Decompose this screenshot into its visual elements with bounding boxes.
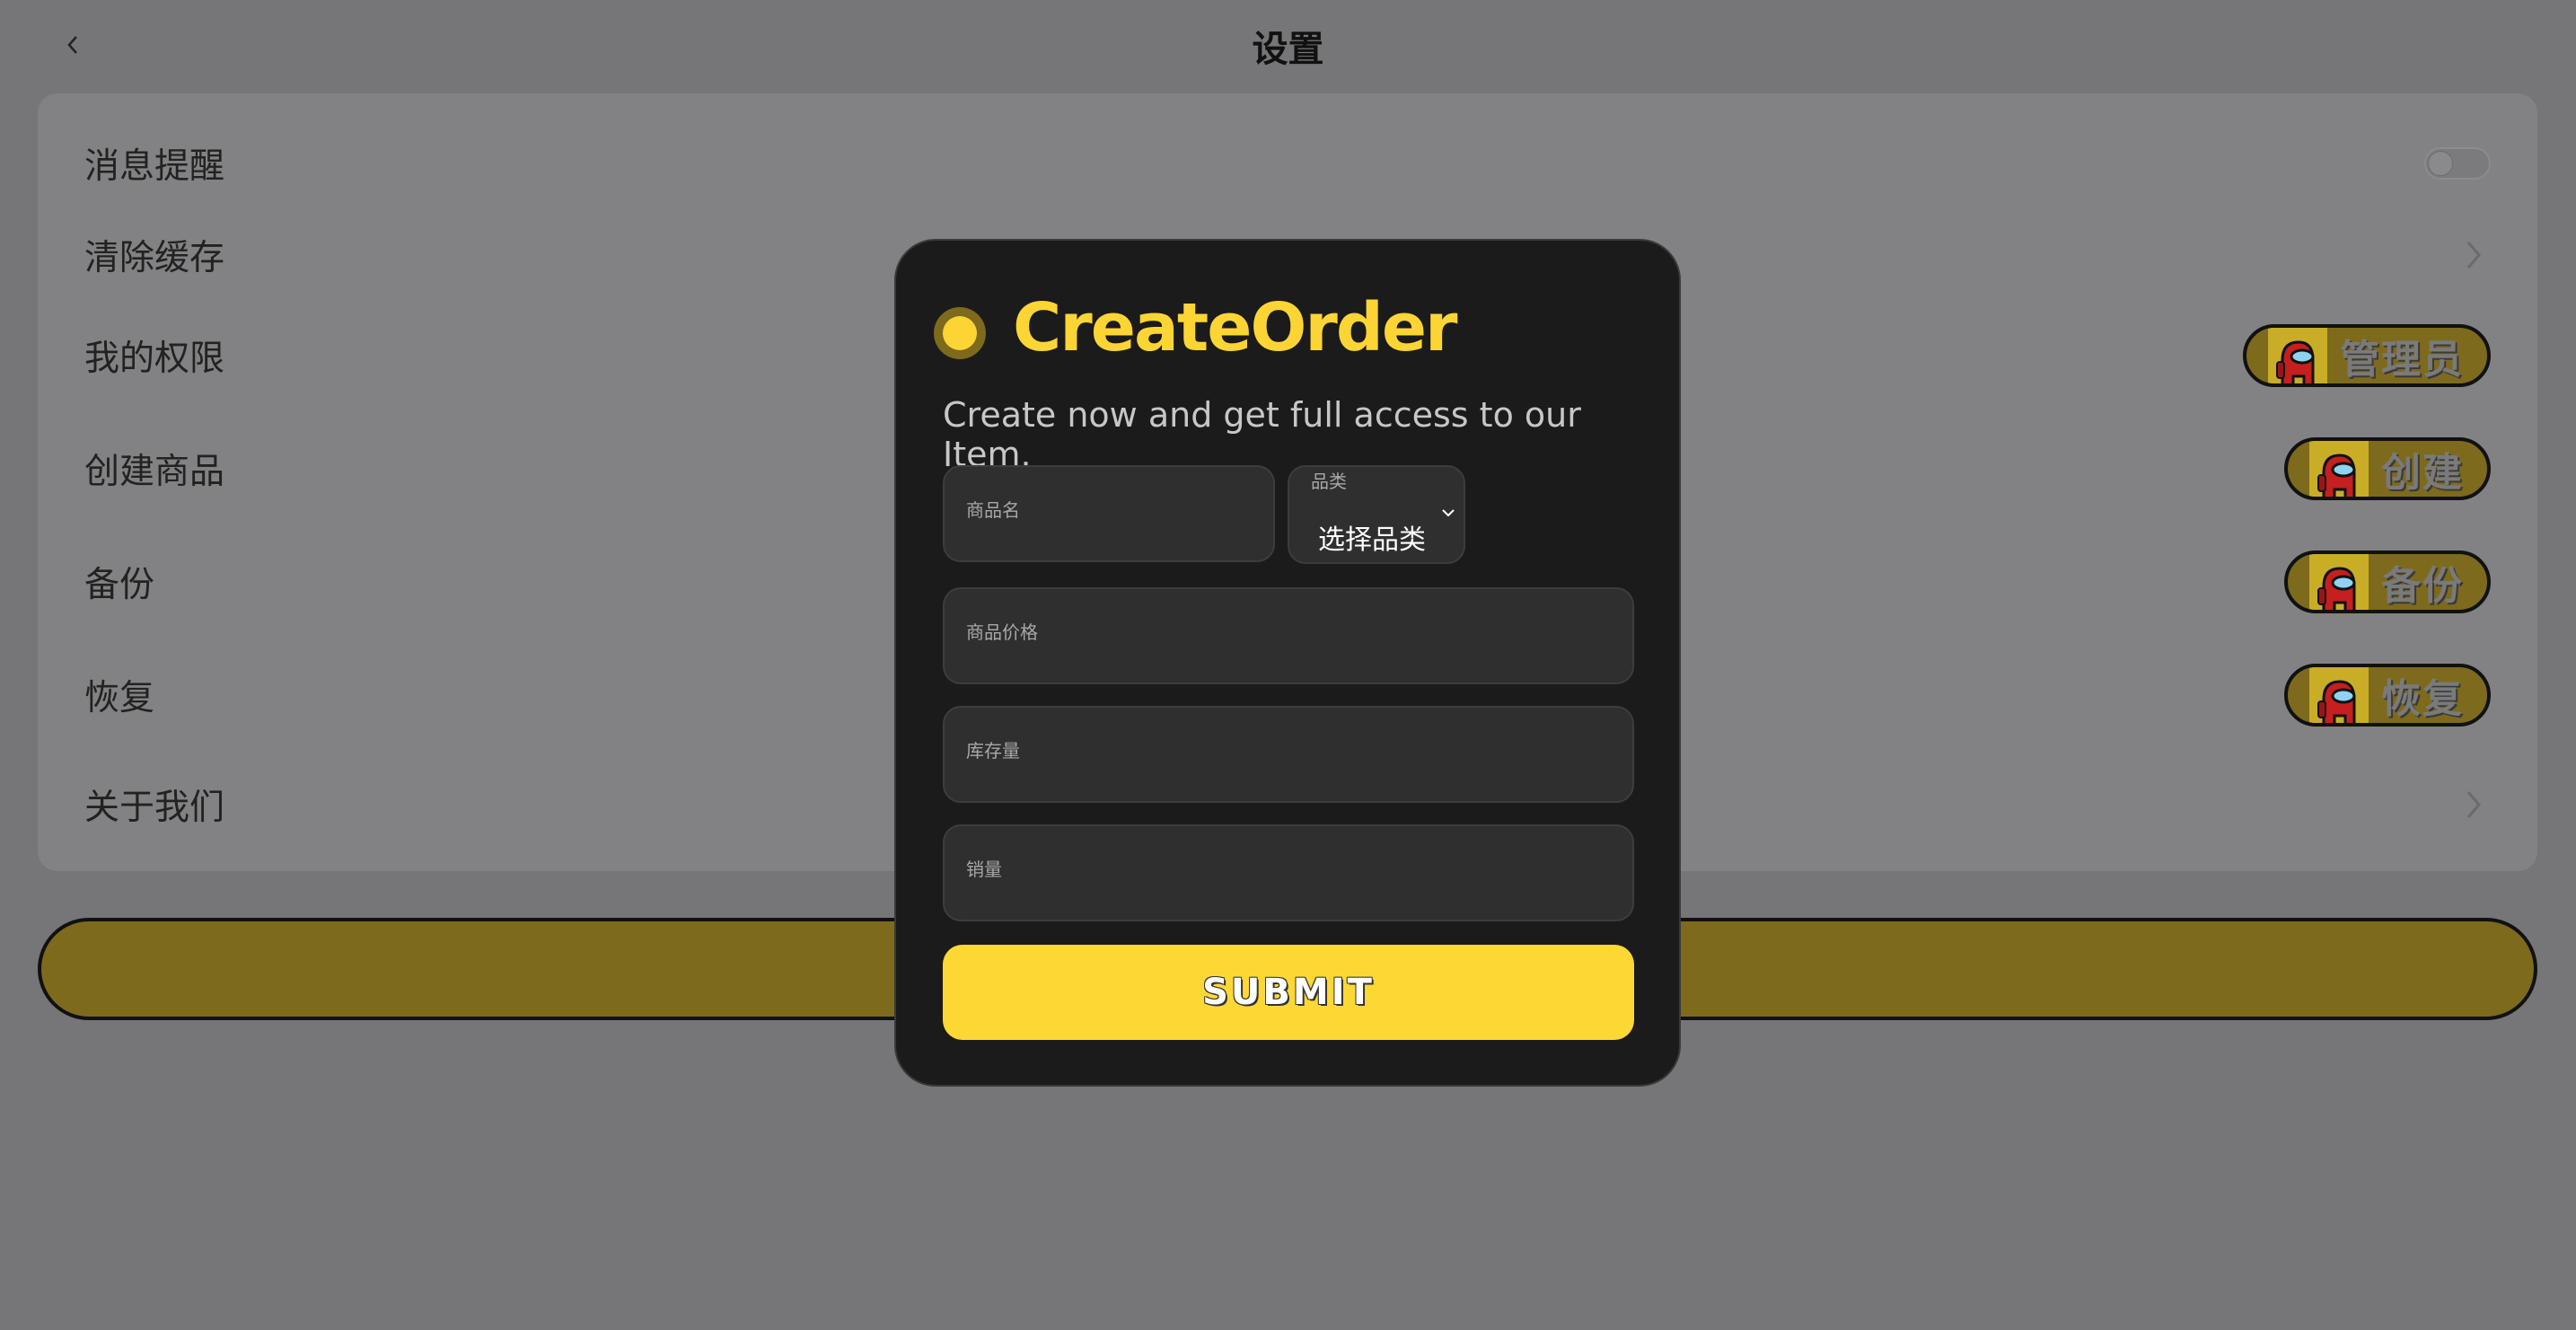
settings-row-label: 恢复 [84, 678, 155, 718]
field-label: 商品名 [966, 499, 1020, 521]
pill-label: 备份 [2381, 563, 2464, 609]
submit-label: SUBMIT [1202, 972, 1375, 1013]
item-price-input[interactable]: 商品价格 [943, 587, 1634, 684]
settings-row-label: 备份 [84, 565, 155, 605]
settings-row-label: 消息提醒 [84, 146, 225, 187]
sales-input[interactable]: 销量 [943, 824, 1634, 921]
settings-row-notifications: 消息提醒 [84, 128, 2491, 199]
chevron-right-icon [2464, 788, 2484, 821]
backup-button[interactable]: 备份 [2284, 550, 2491, 613]
modal-subtitle: Create now and get full access to our It… [943, 395, 1581, 474]
category-select-value: 选择品类 [1318, 524, 1426, 556]
pill-label: 恢复 [2381, 676, 2464, 722]
field-label: 品类 [1311, 471, 1347, 492]
field-label: 库存量 [966, 740, 1020, 762]
chevron-right-icon [2464, 239, 2484, 271]
submit-button[interactable]: SUBMIT [943, 945, 1634, 1040]
settings-row-label: 我的权限 [84, 339, 225, 379]
pill-label: 管理员 [2340, 337, 2464, 383]
create-item-button[interactable]: 创建 [2284, 437, 2491, 500]
create-order-modal: CreateOrder Create now and get full acce… [894, 239, 1681, 1087]
crewmate-icon [2309, 554, 2369, 610]
settings-row-label: 清除缓存 [84, 238, 225, 278]
settings-page: 设置 消息提醒 清除缓存 我的权限 管理员 创建商品 创建 备份 备份 恢复 恢… [0, 0, 2576, 1330]
crewmate-icon [2268, 328, 2327, 383]
page-title: 设置 [1252, 29, 1324, 70]
notifications-toggle[interactable] [2424, 147, 2491, 180]
pill-label: 创建 [2381, 450, 2464, 496]
crewmate-icon [2309, 441, 2369, 497]
logo-dot-icon [934, 307, 986, 359]
field-label: 销量 [966, 859, 1002, 880]
toggle-knob [2428, 151, 2453, 176]
permission-admin-button[interactable]: 管理员 [2243, 324, 2491, 387]
crewmate-icon [2309, 667, 2369, 723]
modal-title: CreateOrder [1013, 289, 1458, 366]
field-label: 商品价格 [966, 621, 1038, 643]
category-select[interactable]: 品类 选择品类 [1288, 465, 1465, 564]
stock-input[interactable]: 库存量 [943, 706, 1634, 803]
item-name-input[interactable]: 商品名 [943, 465, 1275, 562]
chevron-down-icon [1442, 509, 1455, 517]
restore-button[interactable]: 恢复 [2284, 664, 2491, 727]
settings-row-label: 创建商品 [84, 452, 225, 492]
settings-row-label: 关于我们 [84, 788, 225, 828]
